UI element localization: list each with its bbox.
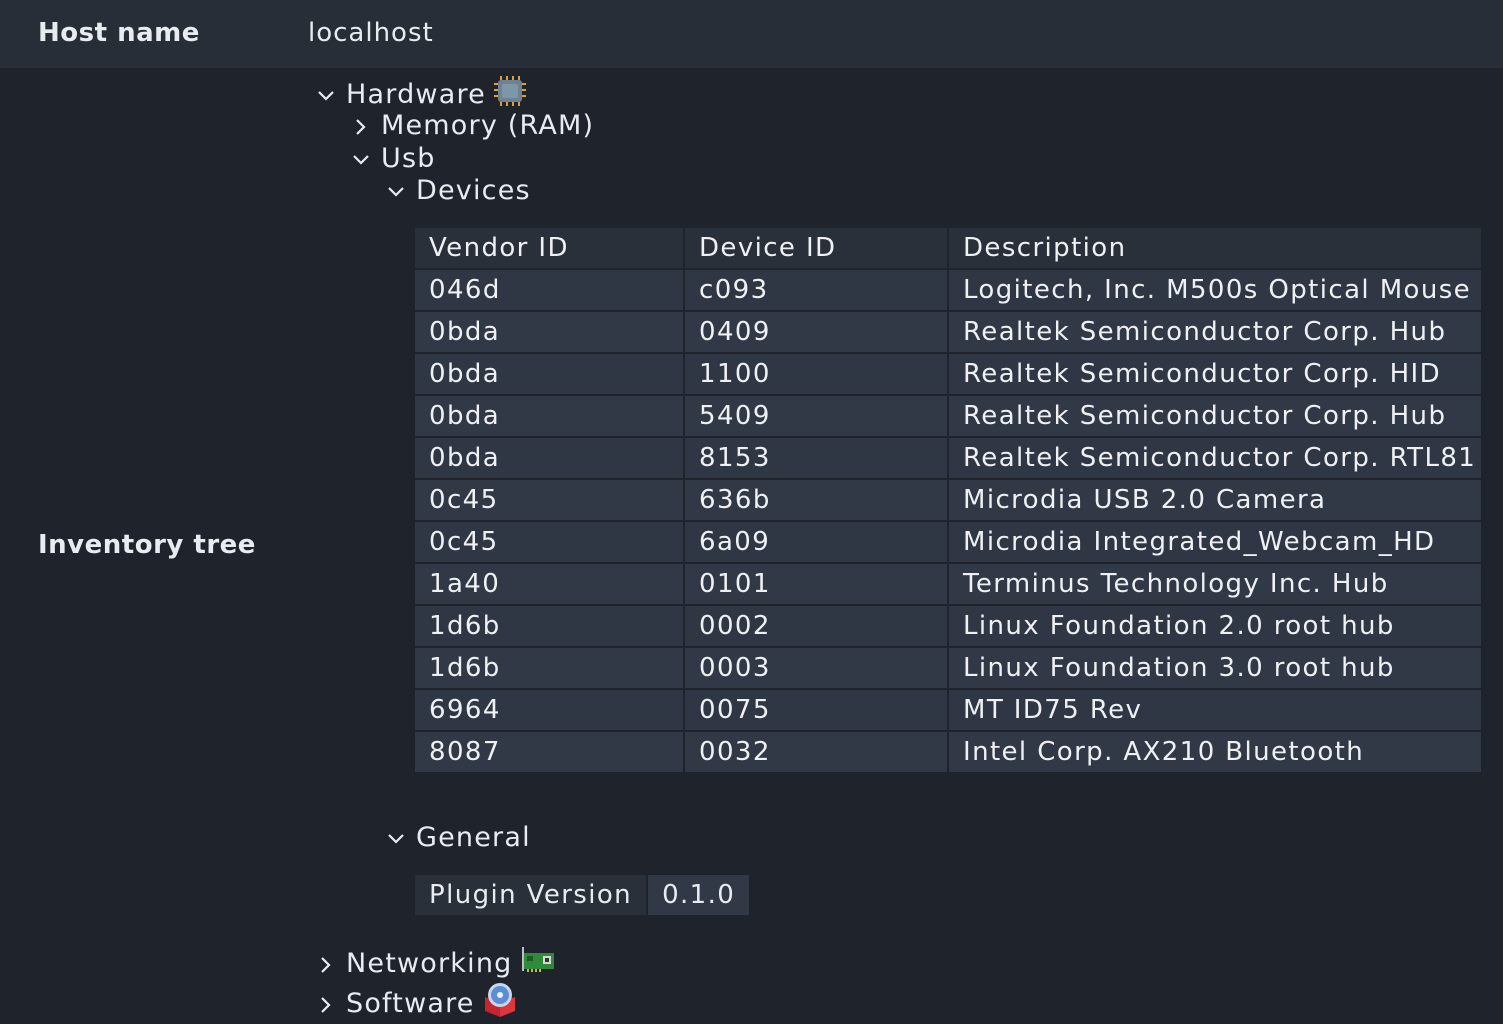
tree-node-hardware-label: Hardware [346, 79, 486, 110]
chevron-down-icon [353, 152, 369, 166]
device-id-cell: 0003 [683, 646, 949, 690]
tree-node-software-label: Software [346, 988, 475, 1019]
plugin-version-value: 0.1.0 [646, 873, 752, 917]
device-id-cell: 0075 [683, 688, 949, 732]
table-row: 1a40 0101 Terminus Technology Inc. Hub [413, 562, 1483, 606]
host-name-value: localhost [308, 18, 434, 48]
table-row: Plugin Version 0.1.0 [412, 873, 752, 917]
chevron-down-icon [318, 88, 334, 102]
tree-node-networking[interactable]: Networking [318, 945, 557, 982]
plugin-version-key: Plugin Version [412, 873, 649, 917]
table-row: 0bda 1100 Realtek Semiconductor Corp. HID [413, 352, 1483, 396]
description-cell: Linux Foundation 3.0 root hub [947, 646, 1483, 690]
description-cell: Logitech, Inc. M500s Optical Mouse [947, 268, 1483, 312]
tree-node-memory-label: Memory (RAM) [381, 110, 595, 141]
table-header-row: Vendor ID Device ID Description [413, 226, 1483, 270]
device-id-cell: 0101 [683, 562, 949, 606]
device-id-cell: 5409 [683, 394, 949, 438]
vendor-id-cell: 0bda [413, 394, 685, 438]
chevron-right-icon [318, 996, 332, 1013]
vendor-id-cell: 1d6b [413, 604, 685, 648]
software-disc-icon [481, 981, 519, 1024]
tree-node-devices-label: Devices [416, 175, 531, 206]
description-cell: Realtek Semiconductor Corp. Hub [947, 310, 1483, 354]
tree-node-memory[interactable]: Memory (RAM) [353, 110, 594, 141]
description-cell: Microdia USB 2.0 Camera [947, 478, 1483, 522]
host-row: Host name localhost [0, 0, 1503, 68]
description-cell: Realtek Semiconductor Corp. HID [947, 352, 1483, 396]
host-name-label: Host name [38, 18, 200, 48]
vendor-id-cell: 0bda [413, 310, 685, 354]
description-cell: Intel Corp. AX210 Bluetooth [947, 730, 1483, 774]
tree-node-hardware[interactable]: Hardware [318, 74, 528, 115]
chevron-right-icon [318, 956, 332, 973]
tree-node-usb[interactable]: Usb [353, 143, 436, 174]
column-header-description[interactable]: Description [947, 226, 1483, 270]
description-cell: Microdia Integrated_Webcam_HD [947, 520, 1483, 564]
inventory-tree-label: Inventory tree [38, 530, 256, 560]
description-cell: MT ID75 Rev [947, 688, 1483, 732]
cpu-chip-icon [492, 74, 528, 115]
column-header-vendor-id[interactable]: Vendor ID [413, 226, 685, 270]
description-cell: Terminus Technology Inc. Hub [947, 562, 1483, 606]
table-row: 1d6b 0003 Linux Foundation 3.0 root hub [413, 646, 1483, 690]
chevron-down-icon [388, 184, 404, 198]
vendor-id-cell: 0bda [413, 436, 685, 480]
vendor-id-cell: 0bda [413, 352, 685, 396]
device-id-cell: 0002 [683, 604, 949, 648]
tree-node-devices[interactable]: Devices [388, 175, 531, 206]
description-cell: Realtek Semiconductor Corp. Hub [947, 394, 1483, 438]
device-id-cell: 6a09 [683, 520, 949, 564]
tree-node-general-label: General [416, 822, 531, 853]
device-id-cell: 1100 [683, 352, 949, 396]
usb-devices-table: Vendor ID Device ID Description 046d c093… [413, 226, 1483, 774]
vendor-id-cell: 6964 [413, 688, 685, 732]
table-row: 8087 0032 Intel Corp. AX210 Bluetooth [413, 730, 1483, 774]
description-cell: Realtek Semiconductor Corp. RTL81 [947, 436, 1483, 480]
vendor-id-cell: 1d6b [413, 646, 685, 690]
vendor-id-cell: 0c45 [413, 520, 685, 564]
table-row: 046d c093 Logitech, Inc. M500s Optical Mou… [413, 268, 1483, 312]
table-row: 0bda 5409 Realtek Semiconductor Corp. Hub [413, 394, 1483, 438]
device-id-cell: 0032 [683, 730, 949, 774]
inventory-page: Host name localhost Inventory tree Hardw… [0, 0, 1503, 1024]
description-cell: Linux Foundation 2.0 root hub [947, 604, 1483, 648]
table-row: 0bda 8153 Realtek Semiconductor Corp. RTL8… [413, 436, 1483, 480]
tree-node-general[interactable]: General [388, 822, 531, 853]
table-row: 1d6b 0002 Linux Foundation 2.0 root hub [413, 604, 1483, 648]
chevron-right-icon [353, 118, 367, 135]
tree-node-networking-label: Networking [346, 948, 513, 979]
tree-node-usb-label: Usb [381, 143, 436, 174]
inventory-row: Inventory tree Hardware Memory (RAM) Usb… [0, 68, 1503, 1024]
vendor-id-cell: 0c45 [413, 478, 685, 522]
network-card-icon [519, 945, 557, 982]
column-header-device-id[interactable]: Device ID [683, 226, 949, 270]
device-id-cell: 8153 [683, 436, 949, 480]
chevron-down-icon [388, 831, 404, 845]
vendor-id-cell: 8087 [413, 730, 685, 774]
table-row: 0c45 6a09 Microdia Integrated_Webcam_HD [413, 520, 1483, 564]
vendor-id-cell: 1a40 [413, 562, 685, 606]
table-row: 0bda 0409 Realtek Semiconductor Corp. Hub [413, 310, 1483, 354]
table-row: 0c45 636b Microdia USB 2.0 Camera [413, 478, 1483, 522]
general-table: Plugin Version 0.1.0 [412, 873, 752, 917]
vendor-id-cell: 046d [413, 268, 685, 312]
device-id-cell: 636b [683, 478, 949, 522]
device-id-cell: 0409 [683, 310, 949, 354]
device-id-cell: c093 [683, 268, 949, 312]
tree-node-software[interactable]: Software [318, 981, 519, 1024]
table-row: 6964 0075 MT ID75 Rev [413, 688, 1483, 732]
